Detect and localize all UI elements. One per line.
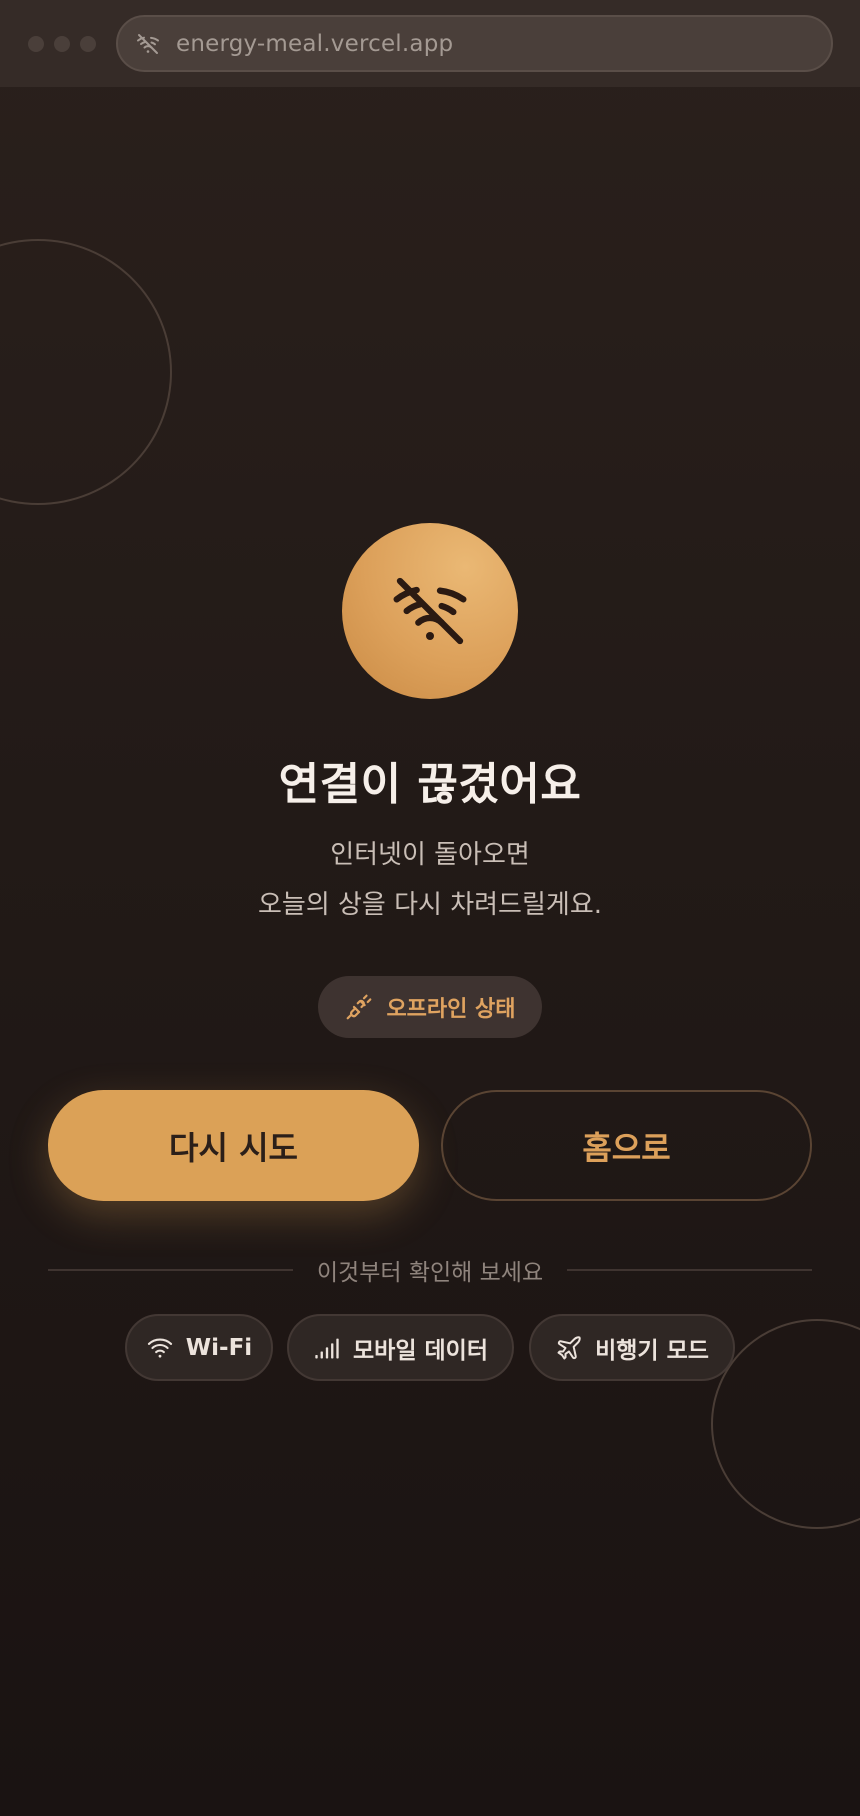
wifi-off-icon — [393, 577, 467, 645]
tip-chip-label: Wi-Fi — [185, 1334, 253, 1361]
window-control-minimize[interactable] — [54, 36, 70, 52]
retry-button[interactable]: 다시 시도 — [48, 1090, 419, 1201]
tip-chip-airplane-mode[interactable]: 비행기 모드 — [529, 1314, 735, 1381]
tips-heading: 이것부터 확인해 보세요 — [316, 1260, 544, 1286]
tips-divider: 이것부터 확인해 보세요 — [48, 1252, 813, 1288]
browser-toolbar: energy-meal.vercel.app — [0, 0, 860, 87]
tip-chip-mobile-data[interactable]: 모바일 데이터 — [287, 1314, 514, 1381]
subtitle-line-2: 오늘의 상을 다시 차려드릴게요. — [257, 890, 603, 920]
divider-line — [48, 1269, 293, 1271]
home-button[interactable]: 홈으로 — [441, 1090, 812, 1201]
tip-chip-wifi[interactable]: Wi-Fi — [125, 1314, 273, 1381]
wifi-icon — [147, 1338, 172, 1358]
page-title: 연결이 끊겼어요 — [278, 759, 582, 810]
offline-page: energy-meal.vercel.app 연결이 끊겼어요 인터넷이 돌아오… — [0, 0, 860, 1816]
offline-hero-badge — [342, 523, 518, 699]
offline-status-badge: 오프라인 상태 — [318, 976, 542, 1038]
address-bar[interactable]: energy-meal.vercel.app — [116, 15, 833, 72]
decorative-circle — [0, 239, 172, 505]
wifi-off-icon — [137, 33, 159, 54]
subtitle-line-1: 인터넷이 돌아오면 — [330, 840, 530, 870]
window-control-maximize[interactable] — [80, 36, 96, 52]
plug-icon — [347, 994, 372, 1020]
window-control-close[interactable] — [28, 36, 44, 52]
signal-bars-icon — [315, 1338, 339, 1358]
airplane-icon — [557, 1335, 581, 1359]
divider-line — [567, 1269, 813, 1271]
address-url: energy-meal.vercel.app — [176, 30, 454, 57]
tip-chip-label: 모바일 데이터 — [353, 1337, 488, 1364]
tip-chip-label: 비행기 모드 — [595, 1337, 709, 1364]
offline-status-label: 오프라인 상태 — [386, 997, 516, 1022]
